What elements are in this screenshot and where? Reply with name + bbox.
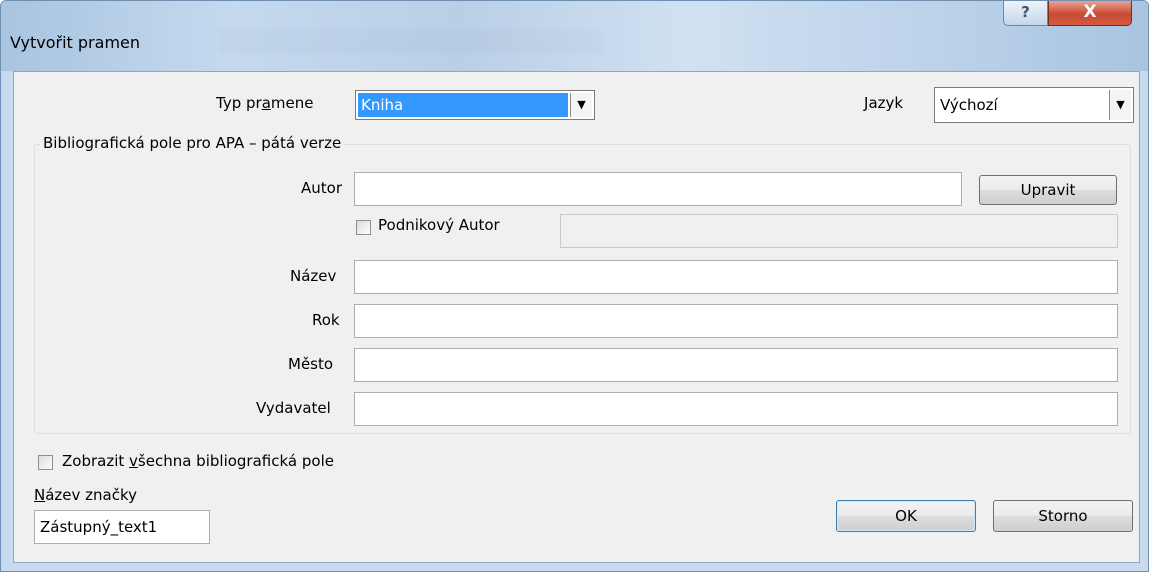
- language-label: Jazyk: [864, 94, 904, 112]
- cancel-button[interactable]: Storno: [993, 500, 1133, 532]
- author-input[interactable]: [354, 172, 962, 206]
- close-button[interactable]: X: [1048, 1, 1132, 26]
- publisher-label: Vydavatel: [256, 399, 331, 417]
- title-label: Název: [290, 267, 337, 285]
- city-input[interactable]: [354, 348, 1118, 382]
- dialog-body: Typ pramene Kniha ▼ Jazyk Výchozí ▼ Bibl…: [13, 71, 1140, 563]
- chevron-down-icon[interactable]: ▼: [1109, 90, 1131, 120]
- ok-button[interactable]: OK: [836, 500, 976, 532]
- source-type-label: Typ pramene: [216, 94, 314, 112]
- chevron-down-icon[interactable]: ▼: [570, 93, 592, 117]
- source-type-select[interactable]: Kniha ▼: [355, 90, 595, 120]
- group-title: Bibliografická pole pro APA – pátá verze: [40, 134, 345, 152]
- corporate-author-label: Podnikový Autor: [378, 216, 500, 234]
- dialog-window: ░░░░░░░░░░░░░░░░░░░░░░░░░ Vytvořit prame…: [0, 0, 1149, 572]
- edit-author-button[interactable]: Upravit: [979, 175, 1117, 205]
- title-bar[interactable]: ░░░░░░░░░░░░░░░░░░░░░░░░░ Vytvořit prame…: [1, 1, 1148, 71]
- show-all-fields-checkbox[interactable]: [38, 455, 53, 470]
- language-value: Výchozí: [940, 96, 998, 114]
- help-icon: ?: [1021, 3, 1030, 21]
- tag-name-input[interactable]: Zástupný_text1: [34, 510, 210, 544]
- tag-name-label: Název značky: [34, 486, 138, 504]
- publisher-input[interactable]: [354, 392, 1118, 426]
- year-label: Rok: [312, 311, 340, 329]
- corporate-author-input[interactable]: [560, 214, 1118, 248]
- city-label: Město: [288, 355, 334, 373]
- year-input[interactable]: [354, 304, 1118, 338]
- background-blur: ░░░░░░░░░░░░░░░░░░░░░░░░░: [221, 29, 606, 53]
- author-label: Autor: [301, 179, 342, 197]
- show-all-fields-label: Zobrazit všechna bibliografická pole: [62, 452, 334, 470]
- corporate-author-checkbox[interactable]: [356, 220, 371, 235]
- title-input[interactable]: [354, 260, 1118, 294]
- language-select[interactable]: Výchozí ▼: [934, 87, 1134, 123]
- help-button[interactable]: ?: [1003, 1, 1048, 26]
- source-type-value: Kniha: [358, 93, 568, 117]
- close-icon: X: [1083, 2, 1097, 22]
- dialog-title: Vytvořit pramen: [10, 33, 141, 52]
